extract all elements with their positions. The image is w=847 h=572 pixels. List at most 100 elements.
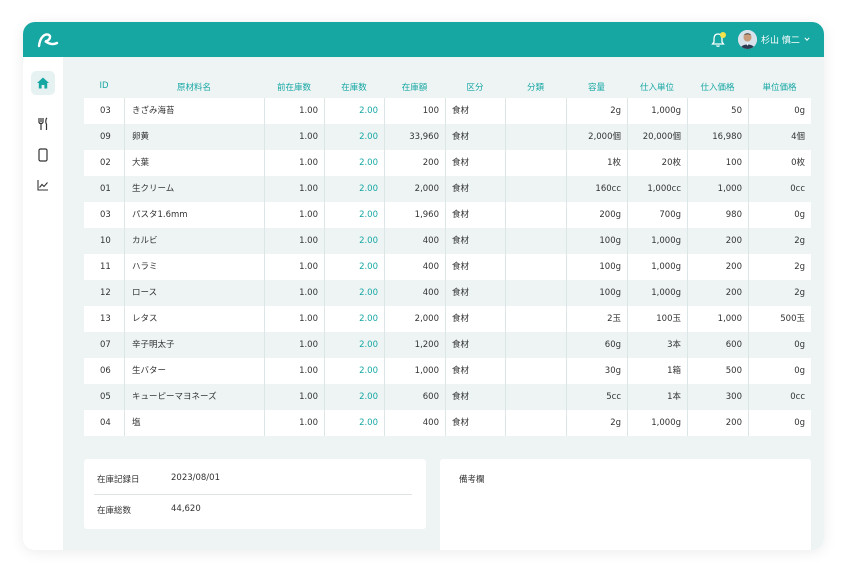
col-kubun[interactable]: 区分 — [445, 81, 505, 93]
col-capacity[interactable]: 容量 — [566, 81, 627, 93]
phone-icon — [38, 148, 48, 162]
cell-capacity: 160cc — [595, 184, 621, 194]
cell-unit: 100玉 — [656, 314, 681, 324]
table-row[interactable]: 10 カルビ 1.00 2.00 400 食材 100g 1,000g 200 2g — [84, 228, 811, 254]
cell-capacity: 100g — [599, 262, 621, 272]
col-bunrui[interactable]: 分類 — [505, 81, 566, 93]
cell-unit: 20,000個 — [642, 132, 681, 142]
cell-prev: 1.00 — [299, 132, 318, 142]
cell-price: 16,980 — [712, 132, 742, 142]
cell-capacity: 60g — [604, 340, 621, 350]
cell-unit-price: 2g — [794, 236, 805, 246]
cell-bunrui — [505, 124, 566, 150]
table-row[interactable]: 13 レタス 1.00 2.00 2,000 食材 2玉 100玉 1,000 500玉 — [84, 306, 811, 332]
cell-id: 11 — [100, 262, 111, 272]
cell-stock: 2.00 — [359, 106, 378, 116]
cell-bunrui — [505, 202, 566, 228]
table-row[interactable]: 03 きざみ海苔 1.00 2.00 100 食材 2g 1,000g 50 0g — [84, 98, 811, 124]
col-id[interactable]: ID — [84, 81, 124, 91]
sidebar-item-home[interactable] — [31, 71, 55, 95]
memo-label: 備考欄 — [459, 475, 485, 485]
cell-capacity: 200g — [599, 210, 621, 220]
table-row[interactable]: 04 塩 1.00 2.00 400 食材 2g 1,000g 200 0g — [84, 410, 811, 436]
sidebar-item-analytics[interactable] — [31, 173, 55, 197]
sidebar-item-device[interactable] — [31, 143, 55, 167]
cell-unit-price: 0g — [794, 366, 805, 376]
cutlery-icon — [38, 117, 48, 130]
total-stock-label: 在庫総数 — [97, 506, 132, 516]
cell-price: 200 — [725, 262, 742, 272]
cell-unit-price: 0g — [794, 210, 805, 220]
cell-kubun: 食材 — [452, 184, 470, 194]
avatar[interactable] — [738, 30, 757, 49]
cell-unit-price: 0g — [794, 418, 805, 428]
user-name[interactable]: 杉山 慎二 — [761, 33, 800, 46]
cell-kubun: 食材 — [452, 314, 470, 324]
cell-capacity: 2g — [610, 418, 621, 428]
cell-stock: 2.00 — [359, 184, 378, 194]
cell-bunrui — [505, 98, 566, 124]
cell-unit-price: 2g — [794, 288, 805, 298]
cell-amount: 1,200 — [414, 340, 439, 350]
table-row[interactable]: 05 キューピーマヨネーズ 1.00 2.00 600 食材 5cc 1本 300 0cc — [84, 384, 811, 410]
table-row[interactable]: 12 ロース 1.00 2.00 400 食材 100g 1,000g 200 2g — [84, 280, 811, 306]
col-purchase-price[interactable]: 仕入価格 — [687, 81, 748, 93]
summary-divider — [94, 494, 412, 495]
cell-stock: 2.00 — [359, 132, 378, 142]
col-purchase-unit[interactable]: 仕入単位 — [627, 81, 687, 93]
table-row[interactable]: 09 卵黄 1.00 2.00 33,960 食材 2,000個 20,000個 16,980 4… — [84, 124, 811, 150]
col-prev-stock[interactable]: 前在庫数 — [264, 81, 324, 93]
col-stock[interactable]: 在庫数 — [324, 81, 384, 93]
cell-prev: 1.00 — [299, 314, 318, 324]
cell-unit-price: 500玉 — [780, 314, 805, 324]
logo-icon[interactable] — [37, 31, 59, 49]
record-date-label: 在庫記録日 — [97, 475, 140, 485]
col-unit-price[interactable]: 単位価格 — [748, 81, 811, 93]
home-icon — [37, 77, 49, 89]
cell-prev: 1.00 — [299, 340, 318, 350]
table-row[interactable]: 06 生バター 1.00 2.00 1,000 食材 30g 1箱 500 0g — [84, 358, 811, 384]
cell-id: 01 — [100, 184, 111, 194]
cell-price: 1,000 — [717, 184, 742, 194]
memo-card[interactable]: 備考欄 — [440, 459, 811, 550]
cell-amount: 2,000 — [414, 314, 439, 324]
cell-bunrui — [505, 254, 566, 280]
cell-kubun: 食材 — [452, 132, 470, 142]
cell-prev: 1.00 — [299, 288, 318, 298]
cell-kubun: 食材 — [452, 288, 470, 298]
cell-prev: 1.00 — [299, 184, 318, 194]
table-header: ID 原材料名 前在庫数 在庫数 在庫額 区分 分類 容量 仕入単位 仕入価格 … — [84, 81, 811, 97]
cell-kubun: 食材 — [452, 262, 470, 272]
cell-bunrui — [505, 176, 566, 202]
table-row[interactable]: 03 パスタ1.6mm 1.00 2.00 1,960 食材 200g 700g 980 0g — [84, 202, 811, 228]
cell-amount: 200 — [422, 158, 439, 168]
cell-unit: 3本 — [667, 340, 681, 350]
table-row[interactable]: 02 大葉 1.00 2.00 200 食材 1枚 20枚 100 0枚 — [84, 150, 811, 176]
table-row[interactable]: 07 辛子明太子 1.00 2.00 1,200 食材 60g 3本 600 0g — [84, 332, 811, 358]
cell-capacity: 1枚 — [607, 158, 621, 168]
cell-amount: 1,960 — [414, 210, 439, 220]
cell-kubun: 食材 — [452, 340, 470, 350]
table-row[interactable]: 01 生クリーム 1.00 2.00 2,000 食材 160cc 1,000cc 1,000 0… — [84, 176, 811, 202]
cell-bunrui — [505, 384, 566, 410]
main-content: ID 原材料名 前在庫数 在庫数 在庫額 区分 分類 容量 仕入単位 仕入価格 … — [63, 57, 824, 550]
sidebar-item-menu[interactable] — [31, 112, 55, 136]
cell-prev: 1.00 — [299, 210, 318, 220]
cell-kubun: 食材 — [452, 418, 470, 428]
cell-capacity: 100g — [599, 288, 621, 298]
cell-stock: 2.00 — [359, 236, 378, 246]
cell-id: 10 — [100, 236, 111, 246]
cell-capacity: 2玉 — [607, 314, 621, 324]
cell-price: 600 — [725, 340, 742, 350]
cell-bunrui — [505, 280, 566, 306]
cell-amount: 400 — [422, 236, 439, 246]
cell-amount: 600 — [422, 392, 439, 402]
chevron-down-icon[interactable] — [804, 36, 810, 42]
col-name[interactable]: 原材料名 — [124, 81, 264, 93]
cell-unit: 20枚 — [661, 158, 681, 168]
col-amount[interactable]: 在庫額 — [384, 81, 445, 93]
sidebar — [23, 57, 63, 550]
cell-unit-price: 4個 — [791, 132, 805, 142]
table-row[interactable]: 11 ハラミ 1.00 2.00 400 食材 100g 1,000g 200 2g — [84, 254, 811, 280]
cell-id: 06 — [100, 366, 111, 376]
